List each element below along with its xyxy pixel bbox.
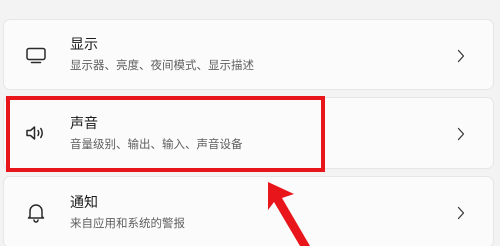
chevron-right-icon xyxy=(457,205,465,220)
settings-item-text: 声音 音量级别、输出、输入、声音设备 xyxy=(70,115,243,152)
settings-item-subtitle: 显示器、亮度、夜间模式、显示描述 xyxy=(70,58,254,72)
settings-item-title: 声音 xyxy=(70,115,98,132)
settings-item-title: 显示 xyxy=(70,37,98,53)
settings-item-display[interactable]: 显示 显示器、亮度、夜间模式、显示描述 xyxy=(3,19,494,90)
settings-page: 显示 显示器、亮度、夜间模式、显示描述 声音 音量级别、输出、输入、声音设备 通… xyxy=(0,0,500,246)
settings-item-subtitle: 音量级别、输出、输入、声音设备 xyxy=(70,136,243,151)
speaker-icon xyxy=(24,121,48,145)
monitor-icon xyxy=(24,43,48,67)
chevron-right-icon xyxy=(457,48,465,62)
settings-item-notifications[interactable]: 通知 来自应用和系统的警报 xyxy=(3,176,494,246)
bell-icon xyxy=(24,200,48,224)
settings-item-subtitle: 来自应用和系统的警报 xyxy=(70,215,185,230)
settings-item-title: 通知 xyxy=(70,194,98,211)
chevron-right-icon xyxy=(457,126,465,141)
settings-item-text: 通知 来自应用和系统的警报 xyxy=(70,194,185,231)
settings-item-sound[interactable]: 声音 音量级别、输出、输入、声音设备 xyxy=(3,97,494,169)
settings-item-text: 显示 显示器、亮度、夜间模式、显示描述 xyxy=(70,36,254,73)
